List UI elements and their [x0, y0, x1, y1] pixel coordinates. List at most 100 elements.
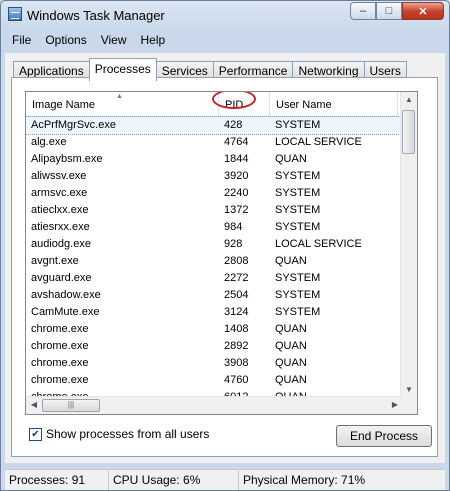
status-cpu-usage: CPU Usage: 6%	[109, 470, 239, 490]
table-row[interactable]: armsvc.exe 2240 SYSTEM	[26, 185, 406, 202]
cell-image-name: chrome.exe	[31, 357, 89, 369]
cell-user-name: SYSTEM	[275, 221, 321, 233]
horizontal-scroll-thumb[interactable]: |||	[42, 399, 100, 412]
table-row[interactable]: Alipaybsm.exe 1844 QUAN	[26, 151, 406, 168]
scroll-up-icon[interactable]: ▲	[401, 92, 417, 108]
table-row[interactable]: alg.exe 4764 LOCAL SERVICE	[26, 134, 406, 151]
scroll-down-icon[interactable]: ▼	[401, 382, 417, 398]
table-row[interactable]: chrome.exe 2892 QUAN	[26, 338, 406, 355]
cell-image-name: CamMute.exe	[31, 306, 100, 318]
process-rows: AcPrfMgrSvc.exe 428 SYSTEM alg.exe 4764 LOCAL…	[26, 116, 407, 406]
cell-user-name: SYSTEM	[275, 204, 321, 216]
cell-pid: 2504	[224, 289, 249, 301]
cell-image-name: atieclxx.exe	[31, 204, 89, 216]
horizontal-scrollbar[interactable]: ◀ ||| ▶	[26, 396, 403, 414]
scroll-left-icon[interactable]: ◀	[26, 397, 42, 413]
end-process-button[interactable]: End Process	[336, 425, 432, 447]
cell-pid: 4760	[224, 374, 249, 386]
tab-strip: Applications Processes Services Performa…	[13, 58, 407, 81]
table-row[interactable]: atieclxx.exe 1372 SYSTEM	[26, 202, 406, 219]
column-user-name[interactable]: User Name	[270, 92, 398, 116]
cell-user-name: QUAN	[275, 153, 307, 165]
cell-pid: 1844	[224, 153, 249, 165]
task-manager-window: Windows Task Manager ‒ □ ✕ File Options …	[0, 0, 450, 491]
tab-processes[interactable]: Processes	[88, 58, 157, 81]
cell-image-name: chrome.exe	[31, 340, 89, 352]
cell-pid: 2892	[224, 340, 249, 352]
cell-user-name: SYSTEM	[275, 119, 321, 131]
menu-view[interactable]: View	[94, 31, 134, 51]
show-all-processes[interactable]: ✔ Show processes from all users	[29, 427, 209, 441]
cell-pid: 1408	[224, 323, 249, 335]
cell-pid: 3908	[224, 357, 249, 369]
show-all-checkbox[interactable]: ✔	[29, 427, 42, 441]
cell-user-name: SYSTEM	[275, 289, 321, 301]
table-row[interactable]: AcPrfMgrSvc.exe 428 SYSTEM	[26, 116, 407, 135]
cell-image-name: avguard.exe	[31, 272, 92, 284]
menu-options[interactable]: Options	[38, 31, 93, 51]
table-row[interactable]: CamMute.exe 3124 SYSTEM	[26, 304, 406, 321]
window-title: Windows Task Manager	[27, 8, 165, 23]
menu-file[interactable]: File	[5, 31, 38, 51]
cell-user-name: SYSTEM	[275, 306, 321, 318]
table-row[interactable]: chrome.exe 3908 QUAN	[26, 355, 406, 372]
cell-pid: 1372	[224, 204, 249, 216]
close-button[interactable]: ✕	[402, 2, 444, 20]
cell-pid: 4764	[224, 136, 249, 148]
status-processes: Processes: 91	[5, 470, 109, 490]
cell-image-name: Alipaybsm.exe	[31, 153, 103, 165]
table-row[interactable]: aliwssv.exe 3920 SYSTEM	[26, 168, 406, 185]
title-bar[interactable]: Windows Task Manager ‒ □ ✕	[1, 1, 449, 29]
cell-user-name: SYSTEM	[275, 272, 321, 284]
column-image-name[interactable]: Image Name ▲	[26, 92, 219, 116]
cell-user-name: QUAN	[275, 340, 307, 352]
client-area: Applications Processes Services Performa…	[5, 53, 445, 463]
minimize-button[interactable]: ‒	[350, 2, 376, 20]
cell-pid: 3920	[224, 170, 249, 182]
cell-image-name: atiesrxx.exe	[31, 221, 90, 233]
table-row[interactable]: avguard.exe 2272 SYSTEM	[26, 270, 406, 287]
cell-pid: 928	[224, 238, 243, 250]
cell-pid: 2240	[224, 187, 249, 199]
scroll-corner	[401, 397, 417, 414]
cell-user-name: QUAN	[275, 357, 307, 369]
table-row[interactable]: avgnt.exe 2808 QUAN	[26, 253, 406, 270]
cell-image-name: alg.exe	[31, 136, 67, 148]
cell-pid: 984	[224, 221, 243, 233]
process-list[interactable]: Image Name ▲ PID User Name M AcPrfMgrSvc…	[25, 91, 418, 415]
show-all-label: Show processes from all users	[46, 427, 210, 441]
table-row[interactable]: avshadow.exe 2504 SYSTEM	[26, 287, 406, 304]
cell-image-name: avshadow.exe	[31, 289, 101, 301]
cell-pid: 2808	[224, 255, 249, 267]
cell-image-name: audiodg.exe	[31, 238, 91, 250]
cell-image-name: aliwssv.exe	[31, 170, 87, 182]
cell-user-name: LOCAL SERVICE	[275, 136, 362, 148]
cell-user-name: QUAN	[275, 255, 307, 267]
sort-ascending-icon: ▲	[116, 93, 123, 100]
vertical-scroll-thumb[interactable]	[402, 110, 415, 154]
caption-buttons: ‒ □ ✕	[350, 2, 444, 20]
maximize-button[interactable]: □	[376, 2, 402, 20]
cell-user-name: SYSTEM	[275, 187, 321, 199]
task-manager-icon	[8, 7, 22, 21]
cell-image-name: avgnt.exe	[31, 255, 79, 267]
status-bar: Processes: 91 CPU Usage: 6% Physical Mem…	[5, 469, 445, 490]
table-row[interactable]: atiesrxx.exe 984 SYSTEM	[26, 219, 406, 236]
table-row[interactable]: chrome.exe 4760 QUAN	[26, 372, 406, 389]
cell-user-name: LOCAL SERVICE	[275, 238, 362, 250]
cell-image-name: armsvc.exe	[31, 187, 88, 199]
cell-user-name: QUAN	[275, 374, 307, 386]
vertical-scrollbar[interactable]: ▲ ▼	[400, 92, 417, 398]
cell-image-name: chrome.exe	[31, 323, 89, 335]
column-label: User Name	[276, 99, 332, 111]
cell-pid: 428	[224, 119, 243, 131]
cell-pid: 3124	[224, 306, 249, 318]
cell-user-name: SYSTEM	[275, 170, 321, 182]
table-row[interactable]: audiodg.exe 928 LOCAL SERVICE	[26, 236, 406, 253]
table-row[interactable]: chrome.exe 1408 QUAN	[26, 321, 406, 338]
cell-image-name: chrome.exe	[31, 374, 89, 386]
cell-image-name: AcPrfMgrSvc.exe	[31, 119, 116, 131]
menu-help[interactable]: Help	[134, 31, 173, 51]
menu-bar: File Options View Help	[5, 31, 445, 51]
cell-pid: 2272	[224, 272, 249, 284]
